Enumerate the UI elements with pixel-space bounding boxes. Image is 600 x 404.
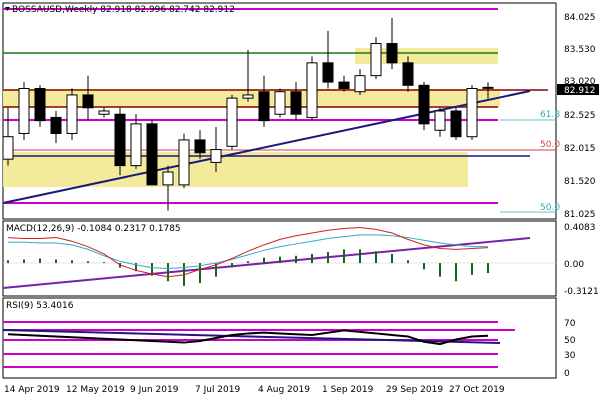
x-tick-label: 27 Oct 2019 [449, 385, 505, 395]
rsi-tick: 50 [564, 336, 576, 346]
price-chart-title: BOSSAUSD,Weekly 82.918 82.996 82.742 82.… [12, 5, 235, 15]
x-tick-label: 14 Apr 2019 [4, 385, 60, 395]
candle-body [226, 97, 238, 147]
candle-body [178, 139, 190, 186]
fib-label-500-low: 50.0 [540, 203, 560, 213]
candle-body [354, 75, 366, 93]
candle-body [482, 86, 494, 89]
macd-title: MACD(12,26,9) -0.1084 0.2317 0.1785 [6, 224, 181, 234]
candle-body [18, 88, 30, 134]
x-tick-label: 1 Sep 2019 [322, 385, 374, 395]
price-tick: 82.015 [564, 144, 596, 154]
price-tick: 81.025 [564, 210, 596, 220]
candle-body [146, 123, 158, 186]
candle-body [402, 62, 414, 86]
candle-body [418, 84, 430, 125]
candle-body [290, 91, 302, 115]
candle-body [306, 62, 318, 118]
price-tick: 82.525 [564, 111, 596, 121]
candle-body [322, 62, 334, 83]
candle-body [50, 116, 62, 134]
last-price-label: 82.912 [564, 86, 596, 96]
rsi-tick: 30 [564, 351, 576, 361]
price-tick: 83.530 [564, 45, 596, 55]
candle-body [466, 88, 478, 138]
rsi-tick: 70 [564, 319, 576, 329]
candle-body [82, 94, 94, 109]
fib-label-500: 50.0 [540, 140, 560, 150]
x-tick-label: 9 Jun 2019 [130, 385, 179, 395]
candle-body [386, 43, 398, 64]
macd-axis: 0.4083 0.00 -0.3121 [564, 223, 599, 297]
candle-body [114, 113, 126, 167]
macd-tick: -0.3121 [564, 287, 599, 297]
x-tick-label: 4 Aug 2019 [258, 385, 310, 395]
candle-body [338, 81, 350, 90]
candle-body [258, 91, 270, 122]
chart-canvas: BOSSAUSD,Weekly 82.918 82.996 82.742 82.… [2, 2, 599, 395]
rsi-axis: 70 50 30 0 [564, 319, 576, 379]
rsi-title: RSI(9) 53.4016 [6, 301, 74, 311]
candle-body [434, 110, 446, 131]
price-tick: 84.025 [564, 13, 596, 23]
candle-body [2, 136, 14, 160]
fib-label-618: 61.8 [540, 110, 560, 120]
candle-body [66, 94, 78, 134]
candle-body [162, 171, 174, 186]
price-tick: 81.520 [564, 177, 596, 187]
candle-body [450, 110, 462, 138]
yellow-zone-bottom [3, 152, 468, 187]
candle-body [210, 149, 222, 163]
candle-body [274, 91, 286, 115]
rsi-tick: 0 [564, 369, 570, 379]
candle-body [242, 94, 254, 99]
candle-body [130, 123, 142, 167]
candle-body [370, 43, 382, 77]
candle-body [98, 110, 110, 115]
candle-body [34, 88, 46, 122]
price-axis: 84.025 83.530 83.020 82.525 82.015 81.52… [557, 13, 599, 220]
macd-tick: 0.4083 [564, 223, 596, 233]
x-axis: 14 Apr 2019 12 May 2019 9 Jun 2019 7 Jul… [4, 385, 505, 395]
macd-tick: 0.00 [564, 260, 584, 270]
x-tick-label: 29 Sep 2019 [386, 385, 443, 395]
x-tick-label: 12 May 2019 [66, 385, 125, 395]
candle-body [194, 139, 206, 154]
x-tick-label: 7 Jul 2019 [195, 385, 240, 395]
